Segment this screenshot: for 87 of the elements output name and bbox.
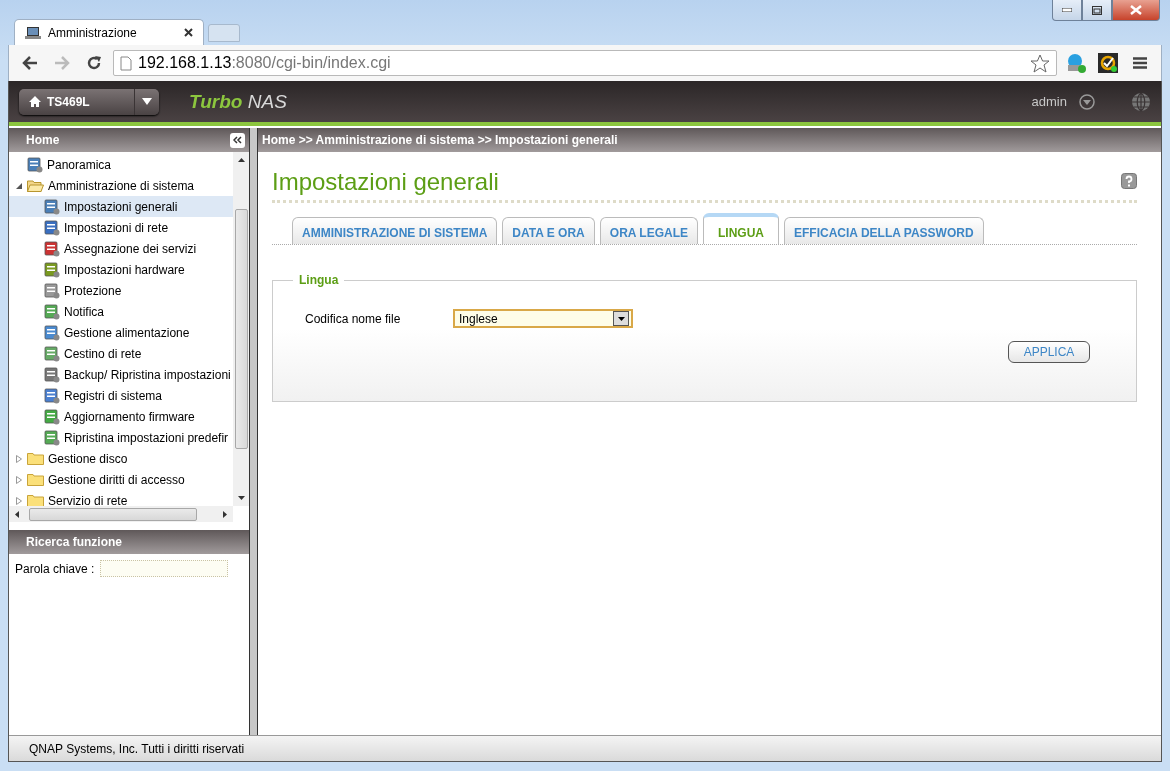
settings-page-icon (27, 156, 43, 173)
forward-arrow-icon (54, 56, 70, 70)
tree-item[interactable]: Notifica (9, 301, 233, 322)
maximize-icon (1092, 5, 1102, 15)
minimize-icon (1062, 8, 1072, 12)
tree-item[interactable]: Impostazioni di rete (9, 217, 233, 238)
panel-splitter[interactable] (250, 128, 258, 735)
scroll-thumb[interactable] (29, 507, 197, 521)
collapsed-arrow-icon (15, 496, 23, 505)
maximize-button[interactable] (1082, 0, 1112, 21)
settings-page-icon (44, 366, 60, 383)
tree-item[interactable]: Registri di sistema (9, 385, 233, 406)
tab[interactable]: ORA LEGALE (599, 217, 699, 244)
tree-item[interactable]: Panoramica (9, 154, 233, 175)
extension-button[interactable] (1095, 50, 1121, 76)
apply-button[interactable]: APPLICA (1008, 341, 1090, 363)
settings-page-icon (44, 219, 60, 236)
tree-item[interactable]: Aggiornamento firmware (9, 406, 233, 427)
tree-item[interactable]: Assegnazione dei servizi (9, 238, 233, 259)
settings-page-icon (44, 303, 60, 320)
tree-item[interactable]: Gestione disco (9, 448, 233, 469)
settings-page-icon (44, 324, 60, 341)
checkmark-icon (1098, 53, 1118, 73)
group-legend: Lingua (293, 273, 345, 287)
device-selector[interactable]: TS469L (19, 88, 159, 115)
expanded-arrow-icon (15, 181, 23, 190)
caret-icon (142, 98, 152, 105)
menu-icon (1133, 57, 1147, 69)
tree-item[interactable]: Gestione alimentazione (9, 322, 233, 343)
browser-tab[interactable]: Amministrazione (14, 19, 204, 45)
settings-page-icon (44, 345, 60, 362)
panel-title: Home (26, 133, 60, 147)
caret-icon[interactable] (1079, 93, 1095, 110)
page-title: Impostazioni generali (272, 167, 499, 196)
globe-icon[interactable] (1131, 91, 1151, 112)
tree-item[interactable]: Gestione diritti di accesso (9, 469, 233, 490)
minimize-button[interactable] (1052, 0, 1082, 21)
settings-page-icon (44, 408, 60, 425)
settings-page-icon (44, 387, 60, 404)
tree-item[interactable]: Protezione (9, 280, 233, 301)
tree-item[interactable]: Impostazioni hardware (9, 259, 233, 280)
collapse-button[interactable] (230, 132, 245, 148)
reload-icon (86, 55, 102, 71)
panel-title: Ricerca funzione (26, 535, 123, 549)
tree-item[interactable]: Amministrazione di sistema (9, 175, 233, 196)
star-icon[interactable] (1030, 53, 1050, 73)
folder-icon (27, 452, 44, 465)
page-icon (120, 55, 132, 71)
scroll-thumb[interactable] (234, 209, 248, 449)
settings-page-icon (44, 261, 60, 278)
close-icon (1130, 5, 1142, 15)
field-label: Parola chiave : (15, 561, 95, 576)
tree-item[interactable]: Ripristina impostazioni predefir (9, 427, 233, 448)
close-icon[interactable] (184, 28, 193, 37)
horizontal-scrollbar[interactable] (9, 506, 233, 522)
folder-icon (27, 473, 44, 486)
home-icon (29, 96, 41, 107)
back-arrow-icon (22, 56, 38, 70)
address-bar[interactable]: 192.168.1.13:8080/cgi-bin/index.cgi (113, 50, 1057, 76)
settings-page-icon (44, 429, 60, 446)
open-folder-icon (27, 179, 44, 192)
brand-logo: Turbo NAS (189, 90, 288, 113)
laptop-icon (25, 25, 41, 40)
tree-item[interactable]: Cestino di rete (9, 343, 233, 364)
scroll-left-icon[interactable] (15, 510, 19, 518)
tree-item[interactable]: Servizio di rete (9, 490, 233, 506)
help-icon[interactable] (1121, 173, 1137, 189)
close-button[interactable] (1112, 0, 1160, 21)
dropdown[interactable]: Inglese (453, 309, 633, 328)
collapsed-arrow-icon (15, 475, 23, 484)
settings-page-icon (44, 240, 60, 257)
breadcrumb: Home >> Amministrazione di sistema >> Impostazioni generali (261, 133, 618, 147)
collapsed-arrow-icon (15, 454, 23, 463)
copyright-text: QNAP Systems, Inc. Tutti i diritti riservati (29, 741, 245, 756)
search-field[interactable] (100, 560, 229, 577)
scroll-down-icon[interactable] (237, 496, 245, 500)
vertical-scrollbar[interactable] (233, 152, 249, 506)
tree-item[interactable]: Backup/ Ripristina impostazioni (9, 364, 233, 385)
settings-page-icon (44, 282, 60, 299)
scroll-up-icon[interactable] (237, 158, 245, 162)
settings-page-icon (44, 198, 60, 215)
user-menu[interactable]: admin (1031, 94, 1067, 109)
tree-item[interactable]: Impostazioni generali (9, 196, 233, 217)
caret-icon (617, 316, 625, 321)
field-label: Codifica nome file (305, 311, 402, 326)
scroll-right-icon[interactable] (223, 510, 227, 518)
double-chevron-icon (233, 136, 242, 144)
